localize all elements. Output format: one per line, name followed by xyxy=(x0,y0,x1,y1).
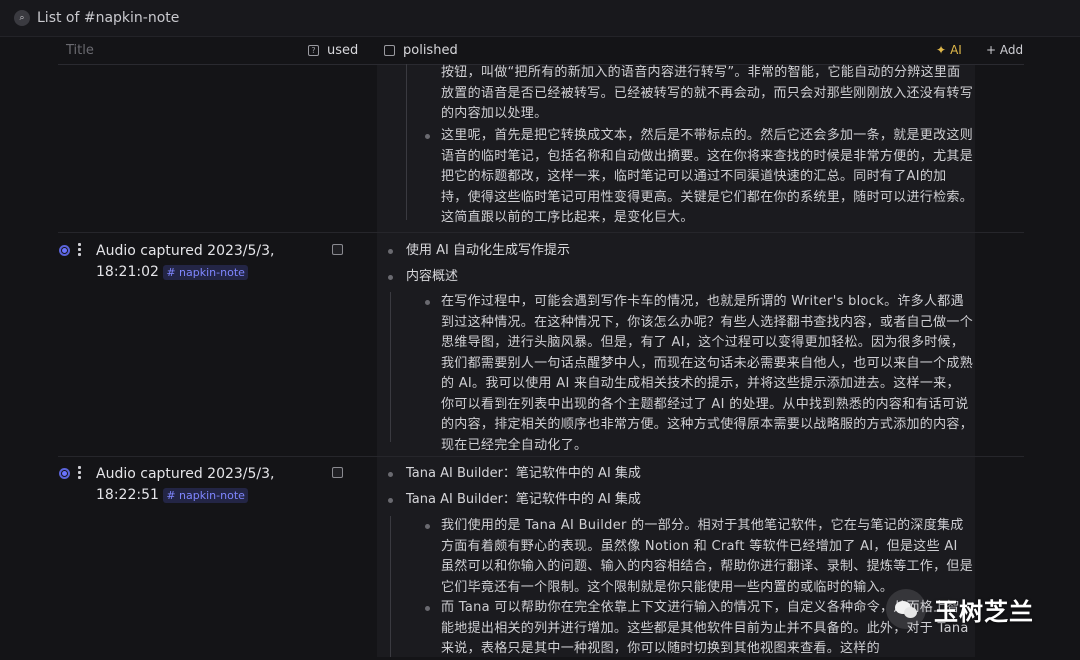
question-icon: ? xyxy=(308,45,319,56)
polished-paragraph[interactable]: 在写作过程中，可能会遇到写作卡车的情况，也就是所谓的 Writer's bloc… xyxy=(425,292,973,456)
polished-paragraph[interactable]: 这里呢，首先是把它转换成文本，然后是不带标点的。然后它还会多加一条，就是更改这则… xyxy=(425,126,973,229)
list-item[interactable]: Tana AI Builder：笔记软件中的 AI 集成 xyxy=(388,464,641,484)
polished-paragraph[interactable]: 按钮，叫做“把所有的新加入的语音内容进行转写”。非常的智能，它能自动的分辨这里面… xyxy=(441,63,973,125)
wechat-logo-icon xyxy=(886,589,926,629)
indent-guide xyxy=(406,64,407,220)
column-used[interactable]: ? used xyxy=(308,43,358,58)
ai-button[interactable]: ✦ AI xyxy=(936,43,962,57)
list-item[interactable]: 内容概述 xyxy=(387,267,458,287)
search-icon[interactable]: ⌕ xyxy=(14,10,30,26)
row-title[interactable]: Audio captured 2023/5/3, 18:21:02 # napk… xyxy=(96,241,275,283)
view-toolbar: ⌕ List of #napkin-note xyxy=(0,0,1080,37)
node-bullet-icon[interactable] xyxy=(59,468,70,479)
node-bullet-icon[interactable] xyxy=(59,245,70,256)
indent-guide xyxy=(390,292,391,442)
tag-badge[interactable]: # napkin-note xyxy=(163,488,248,503)
watermark-text: 玉树芝兰 xyxy=(934,597,1034,626)
row-title[interactable]: Audio captured 2023/5/3, 18:22:51 # napk… xyxy=(96,464,275,506)
row-divider xyxy=(58,232,1024,233)
table-row[interactable]: Audio captured 2023/5/3, 18:21:02 # napk… xyxy=(59,241,275,283)
watermark: 玉树芝兰 xyxy=(886,586,1064,632)
drag-handle-icon[interactable] xyxy=(78,466,84,479)
indent-guide xyxy=(390,516,391,657)
table-row[interactable]: Audio captured 2023/5/3, 18:22:51 # napk… xyxy=(59,464,275,506)
sparkle-icon: ✦ xyxy=(936,43,947,57)
drag-handle-icon[interactable] xyxy=(78,243,84,256)
view-title: List of #napkin-note xyxy=(37,10,180,26)
used-checkbox[interactable] xyxy=(332,467,343,478)
column-polished[interactable]: polished xyxy=(384,43,458,58)
add-column-button[interactable]: + Add xyxy=(986,43,1023,57)
column-title[interactable]: Title xyxy=(66,43,94,58)
table-header: Title ? used polished ✦ AI + Add xyxy=(58,36,1024,65)
field-icon xyxy=(384,45,395,56)
list-item[interactable]: Tana AI Builder：笔记软件中的 AI 集成 xyxy=(388,490,641,510)
list-item[interactable]: 使用 AI 自动化生成写作提示 xyxy=(388,241,570,261)
used-checkbox[interactable] xyxy=(332,244,343,255)
row-divider xyxy=(58,456,1024,457)
tag-badge[interactable]: # napkin-note xyxy=(163,265,248,280)
